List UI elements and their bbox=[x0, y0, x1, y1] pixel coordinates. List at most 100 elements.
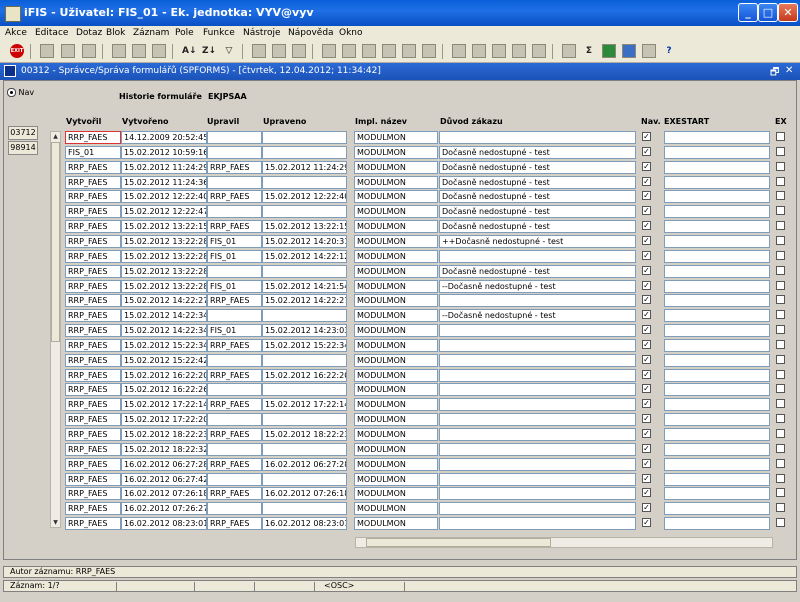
save-icon[interactable] bbox=[40, 44, 54, 58]
ex-checkbox[interactable] bbox=[776, 221, 785, 230]
cell-impl[interactable]: MODULMON bbox=[354, 383, 438, 396]
cell-exestart[interactable] bbox=[664, 354, 770, 367]
cell-modified[interactable]: 16.02.2012 07:26:18 bbox=[262, 487, 347, 500]
cell-impl[interactable]: MODULMON bbox=[354, 473, 438, 486]
excel-icon[interactable] bbox=[602, 44, 616, 58]
cell-reason[interactable]: Dočasně nedostupné - test bbox=[439, 265, 636, 278]
cell-created[interactable]: 15.02.2012 14:22:34 bbox=[121, 324, 207, 337]
cell-created[interactable]: 15.02.2012 13:22:28 bbox=[121, 250, 207, 263]
cell-modified-by[interactable]: FIS_01 bbox=[207, 250, 262, 263]
cell-reason[interactable] bbox=[439, 443, 636, 456]
cell-impl[interactable]: MODULMON bbox=[354, 354, 438, 367]
cell-exestart[interactable] bbox=[664, 294, 770, 307]
menu-pole[interactable]: Pole bbox=[175, 28, 194, 38]
cell-exestart[interactable] bbox=[664, 517, 770, 530]
cell-impl[interactable]: MODULMON bbox=[354, 161, 438, 174]
cell-reason[interactable]: ++Dočasně nedostupné - test bbox=[439, 235, 636, 248]
cell-modified-by[interactable]: RRP_FAES bbox=[207, 517, 262, 530]
cell-modified[interactable]: 15.02.2012 18:22:23 bbox=[262, 428, 347, 441]
ex-checkbox[interactable] bbox=[776, 310, 785, 319]
cell-modified[interactable] bbox=[262, 205, 347, 218]
cell-impl[interactable]: MODULMON bbox=[354, 369, 438, 382]
ex-checkbox[interactable] bbox=[776, 370, 785, 379]
cell-reason[interactable] bbox=[439, 354, 636, 367]
cell-impl[interactable]: MODULMON bbox=[354, 190, 438, 203]
cell-created[interactable]: 16.02.2012 06:27:42 bbox=[121, 473, 207, 486]
cell-modified-by[interactable]: RRP_FAES bbox=[207, 369, 262, 382]
cell-modified[interactable] bbox=[262, 383, 347, 396]
cell-created[interactable]: 16.02.2012 06:27:28 bbox=[121, 458, 207, 471]
ex-checkbox[interactable] bbox=[776, 251, 785, 260]
nav-radio[interactable]: Nav bbox=[7, 88, 34, 97]
cell-reason[interactable]: --Dočasně nedostupné - test bbox=[439, 280, 636, 293]
ex-checkbox[interactable] bbox=[776, 206, 785, 215]
paste-icon[interactable] bbox=[362, 44, 376, 58]
nav-checkbox[interactable]: ✓ bbox=[642, 251, 651, 260]
nav-checkbox[interactable]: ✓ bbox=[642, 518, 651, 527]
cell-modified-by[interactable]: RRP_FAES bbox=[207, 339, 262, 352]
copy-icon[interactable] bbox=[342, 44, 356, 58]
sort-desc-icon[interactable]: Z↓ bbox=[202, 44, 216, 58]
cell-created-by[interactable]: RRP_FAES bbox=[65, 294, 121, 307]
cell-modified-by[interactable] bbox=[207, 176, 262, 189]
cell-exestart[interactable] bbox=[664, 487, 770, 500]
cell-exestart[interactable] bbox=[664, 324, 770, 337]
cell-reason[interactable]: Dočasně nedostupné - test bbox=[439, 161, 636, 174]
cell-modified[interactable] bbox=[262, 265, 347, 278]
cell-created-by[interactable]: RRP_FAES bbox=[65, 354, 121, 367]
cell-reason[interactable] bbox=[439, 487, 636, 500]
cell-modified-by[interactable] bbox=[207, 443, 262, 456]
cell-modified-by[interactable] bbox=[207, 309, 262, 322]
menu-zaznam[interactable]: Záznam bbox=[133, 28, 169, 38]
menu-okno[interactable]: Okno bbox=[339, 28, 363, 38]
nav-checkbox[interactable]: ✓ bbox=[642, 206, 651, 215]
nav-checkbox[interactable]: ✓ bbox=[642, 162, 651, 171]
search-icon[interactable] bbox=[382, 44, 396, 58]
cell-modified[interactable] bbox=[262, 131, 347, 144]
ex-checkbox[interactable] bbox=[776, 444, 785, 453]
nav-checkbox[interactable]: ✓ bbox=[642, 266, 651, 275]
ex-checkbox[interactable] bbox=[776, 488, 785, 497]
cell-created[interactable]: 15.02.2012 12:22:40 bbox=[121, 190, 207, 203]
nav-checkbox[interactable]: ✓ bbox=[642, 325, 651, 334]
ex-checkbox[interactable] bbox=[776, 147, 785, 156]
menu-nastroje[interactable]: Nástroje bbox=[243, 28, 281, 38]
cell-reason[interactable] bbox=[439, 398, 636, 411]
ex-checkbox[interactable] bbox=[776, 429, 785, 438]
ex-checkbox[interactable] bbox=[776, 474, 785, 483]
cell-impl[interactable]: MODULMON bbox=[354, 339, 438, 352]
cell-exestart[interactable] bbox=[664, 190, 770, 203]
ex-checkbox[interactable] bbox=[776, 414, 785, 423]
cell-created[interactable]: 15.02.2012 16:22:20 bbox=[121, 369, 207, 382]
nav-checkbox[interactable]: ✓ bbox=[642, 414, 651, 423]
cell-reason[interactable] bbox=[439, 250, 636, 263]
cell-reason[interactable] bbox=[439, 458, 636, 471]
cell-impl[interactable]: MODULMON bbox=[354, 220, 438, 233]
cell-reason[interactable] bbox=[439, 339, 636, 352]
ex-checkbox[interactable] bbox=[776, 295, 785, 304]
cell-modified[interactable]: 15.02.2012 12:22:40 bbox=[262, 190, 347, 203]
cell-created[interactable]: 15.02.2012 11:24:29 bbox=[121, 161, 207, 174]
cell-impl[interactable]: MODULMON bbox=[354, 398, 438, 411]
cell-modified[interactable]: 16.02.2012 06:27:28 bbox=[262, 458, 347, 471]
nav-checkbox[interactable]: ✓ bbox=[642, 295, 651, 304]
cell-created-by[interactable]: FIS_01 bbox=[65, 146, 121, 159]
columns-icon[interactable] bbox=[422, 44, 436, 58]
cell-modified-by[interactable]: RRP_FAES bbox=[207, 161, 262, 174]
cell-created[interactable]: 15.02.2012 17:22:20 bbox=[121, 413, 207, 426]
nav-checkbox[interactable]: ✓ bbox=[642, 355, 651, 364]
cell-modified[interactable]: 16.02.2012 08:23:01 bbox=[262, 517, 347, 530]
cell-impl[interactable]: MODULMON bbox=[354, 235, 438, 248]
cell-exestart[interactable] bbox=[664, 250, 770, 263]
cell-created-by[interactable]: RRP_FAES bbox=[65, 131, 121, 144]
ex-checkbox[interactable] bbox=[776, 281, 785, 290]
cell-exestart[interactable] bbox=[664, 413, 770, 426]
cell-impl[interactable]: MODULMON bbox=[354, 458, 438, 471]
cell-modified[interactable] bbox=[262, 473, 347, 486]
cell-reason[interactable] bbox=[439, 502, 636, 515]
cell-exestart[interactable] bbox=[664, 131, 770, 144]
cell-created[interactable]: 14.12.2009 20:52:45 bbox=[121, 131, 207, 144]
cell-created-by[interactable]: RRP_FAES bbox=[65, 161, 121, 174]
cell-reason[interactable]: --Dočasně nedostupné - test bbox=[439, 309, 636, 322]
cell-created-by[interactable]: RRP_FAES bbox=[65, 339, 121, 352]
